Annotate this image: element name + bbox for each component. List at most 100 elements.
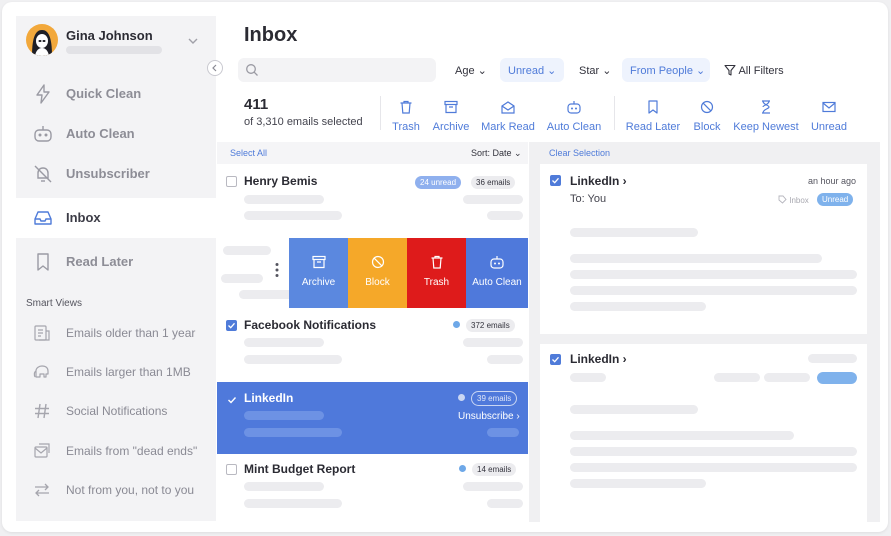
skeleton-line	[244, 428, 342, 437]
sidebar: Gina Johnson Quick Clean Auto Clean Unsu…	[16, 16, 216, 521]
list-item[interactable]: Mint Budget Report 14 emails	[217, 454, 528, 522]
block-button[interactable]: Block	[690, 99, 724, 135]
unread-button[interactable]: Unread	[808, 99, 850, 135]
list-item[interactable]: Facebook Notifications 372 emails	[217, 310, 528, 382]
card-from[interactable]: LinkedIn ›	[570, 174, 627, 188]
user-menu[interactable]: Gina Johnson	[26, 24, 206, 64]
unread-badge-placeholder	[817, 372, 857, 384]
dead-end-icon	[32, 441, 52, 461]
email-card[interactable]: LinkedIn ›	[540, 344, 867, 522]
smart-view-not-from-you[interactable]: Not from you, not to you	[16, 475, 216, 505]
row-checkbox[interactable]	[226, 176, 237, 187]
trash-button[interactable]: Trash	[390, 99, 422, 135]
tool-label: Unread	[810, 121, 848, 133]
select-all-link[interactable]: Select All	[230, 148, 267, 158]
all-filters-button[interactable]: All Filters	[724, 64, 784, 77]
filter-age[interactable]: Age ⌄	[455, 64, 487, 77]
tool-label: Archive	[432, 121, 470, 133]
sidebar-item-inbox[interactable]: Inbox	[16, 198, 216, 238]
filter-star[interactable]: Star ⌄	[579, 64, 611, 77]
robot-icon	[32, 123, 54, 145]
filter-label: Unread	[508, 65, 545, 77]
list-item[interactable]: Henry Bemis 24 unread 36 emails	[217, 164, 528, 236]
unread-dot	[458, 394, 465, 401]
skeleton-line	[244, 482, 324, 491]
unsubscribe-link[interactable]: Unsubscribe ›	[458, 411, 520, 422]
chevron-down-icon: ⌄	[696, 65, 706, 77]
sidebar-item-read-later[interactable]: Read Later	[16, 242, 216, 282]
row-checkbox[interactable]	[226, 320, 237, 331]
smart-view-older-than-year[interactable]: Emails older than 1 year	[16, 318, 216, 348]
tool-label: Block	[693, 121, 721, 133]
skeleton-line	[570, 431, 794, 440]
divider	[614, 96, 615, 130]
skeleton-line	[570, 405, 698, 414]
hourglass-icon	[762, 100, 770, 114]
swipe-label: Auto Clean	[472, 277, 522, 288]
smart-view-larger-than-1mb[interactable]: Emails larger than 1MB	[16, 357, 216, 387]
row-checkbox[interactable]	[226, 464, 237, 475]
skeleton-line	[570, 463, 857, 472]
tool-label: Trash	[392, 121, 420, 133]
sidebar-item-unsubscriber[interactable]: Unsubscriber	[16, 154, 216, 194]
bolt-icon	[32, 83, 54, 105]
page-title: Inbox	[244, 24, 298, 46]
chevron-down-icon: ⌄	[514, 148, 522, 158]
skeleton-line	[244, 411, 324, 420]
smart-view-label: Social Notifications	[66, 404, 168, 418]
card-checkbox[interactable]	[550, 354, 561, 365]
smart-view-dead-ends[interactable]: Emails from "dead ends"	[16, 436, 216, 466]
swipe-auto-clean-button[interactable]: Auto Clean	[466, 238, 528, 308]
tool-label: Keep Newest	[733, 121, 799, 133]
check-icon[interactable]	[227, 392, 237, 410]
swipe-block-button[interactable]: Block	[348, 238, 407, 308]
skeleton-line	[463, 338, 523, 347]
list-header: Select All Sort: Date ⌄	[217, 142, 528, 164]
trash-icon	[400, 100, 412, 114]
swipe-trash-button[interactable]: Trash	[407, 238, 466, 308]
clear-selection-link[interactable]: Clear Selection	[549, 148, 610, 158]
sidebar-item-quick-clean[interactable]: Quick Clean	[16, 74, 216, 114]
skeleton-line	[244, 211, 342, 220]
app-window: Gina Johnson Quick Clean Auto Clean Unsu…	[2, 2, 888, 532]
tool-label: Mark Read	[481, 121, 535, 133]
read-later-button[interactable]: Read Later	[624, 99, 682, 135]
chevron-down-icon: ⌄	[477, 65, 487, 77]
filter-unread[interactable]: Unread ⌄	[508, 64, 556, 77]
skeleton-line	[570, 286, 857, 295]
collapse-sidebar-button[interactable]	[207, 60, 223, 76]
keep-newest-button[interactable]: Keep Newest	[731, 99, 801, 135]
sort-dropdown[interactable]: Sort: Date ⌄	[471, 148, 522, 159]
search-input[interactable]	[238, 58, 436, 82]
mark-read-icon	[501, 101, 515, 114]
card-time: an hour ago	[808, 176, 857, 186]
list-item-selected[interactable]: LinkedIn 39 emails Unsubscribe ›	[217, 382, 528, 454]
skeleton-line	[244, 355, 342, 364]
archive-button[interactable]: Archive	[430, 99, 472, 135]
auto-clean-button[interactable]: Auto Clean	[545, 99, 603, 135]
sidebar-item-label: Quick Clean	[66, 86, 142, 101]
sidebar-item-label: Inbox	[66, 210, 101, 225]
sidebar-item-auto-clean[interactable]: Auto Clean	[16, 114, 216, 154]
sender-name: Facebook Notifications	[244, 318, 377, 332]
email-card[interactable]: LinkedIn › an hour ago To: You Inbox Unr…	[540, 164, 867, 334]
chevron-down-icon[interactable]	[186, 34, 200, 48]
detail-pane: Clear Selection LinkedIn › an hour ago T…	[529, 142, 880, 522]
sort-label: Sort: Date	[471, 148, 512, 158]
skeleton-line	[244, 195, 324, 204]
smart-view-social[interactable]: Social Notifications	[16, 396, 216, 426]
mark-read-button[interactable]: Mark Read	[480, 99, 536, 135]
hashtag-icon	[32, 401, 52, 421]
user-name: Gina Johnson	[66, 28, 153, 43]
sender-name: LinkedIn	[244, 391, 294, 405]
filter-from-people[interactable]: From People ⌄	[630, 64, 705, 77]
card-from[interactable]: LinkedIn ›	[570, 352, 627, 366]
count-badge: 372 emails	[466, 319, 515, 332]
skeleton-line	[463, 195, 523, 204]
archive-icon	[444, 100, 458, 114]
swipe-archive-button[interactable]: Archive	[289, 238, 348, 308]
card-checkbox[interactable]	[550, 175, 561, 186]
skeleton-line	[244, 338, 324, 347]
card-tag: Inbox	[778, 195, 809, 205]
more-icon[interactable]	[275, 262, 279, 278]
